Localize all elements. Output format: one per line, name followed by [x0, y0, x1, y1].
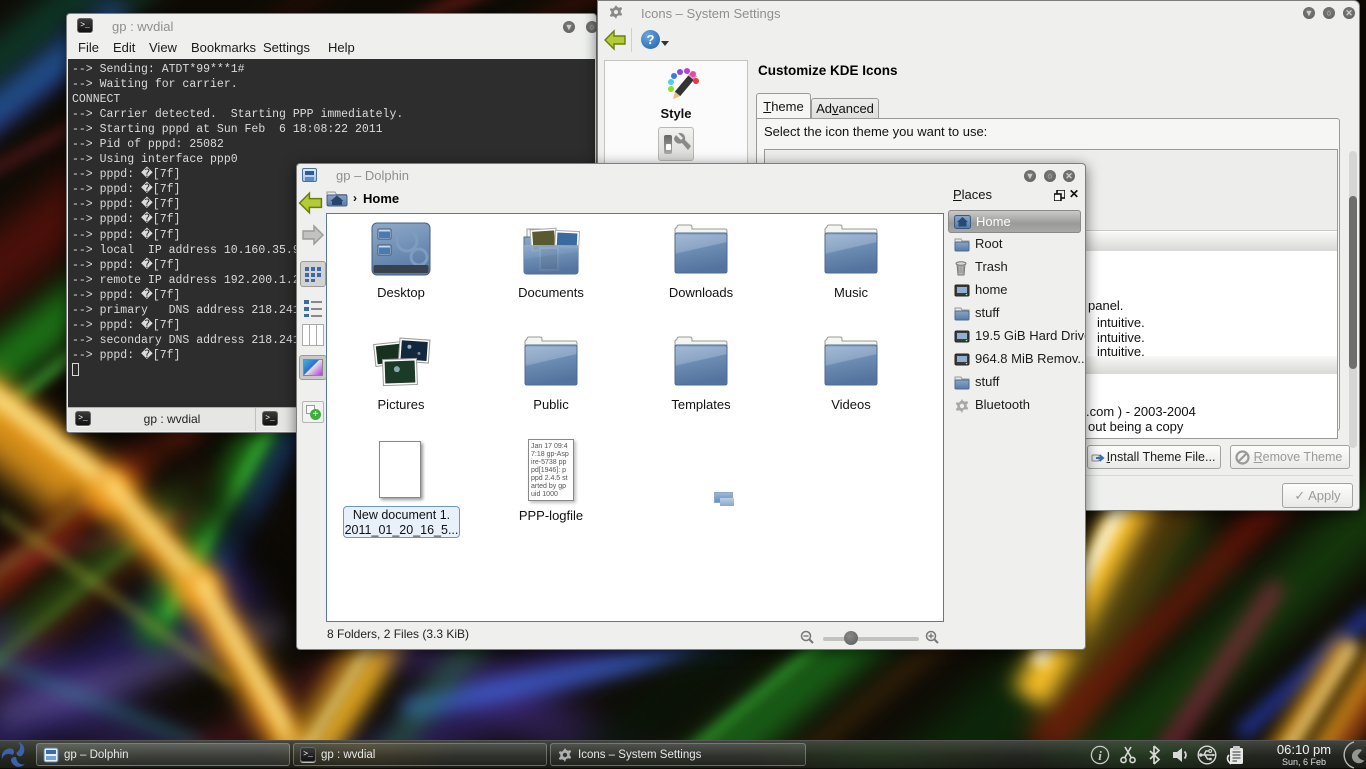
svg-text:i: i	[1098, 748, 1102, 763]
